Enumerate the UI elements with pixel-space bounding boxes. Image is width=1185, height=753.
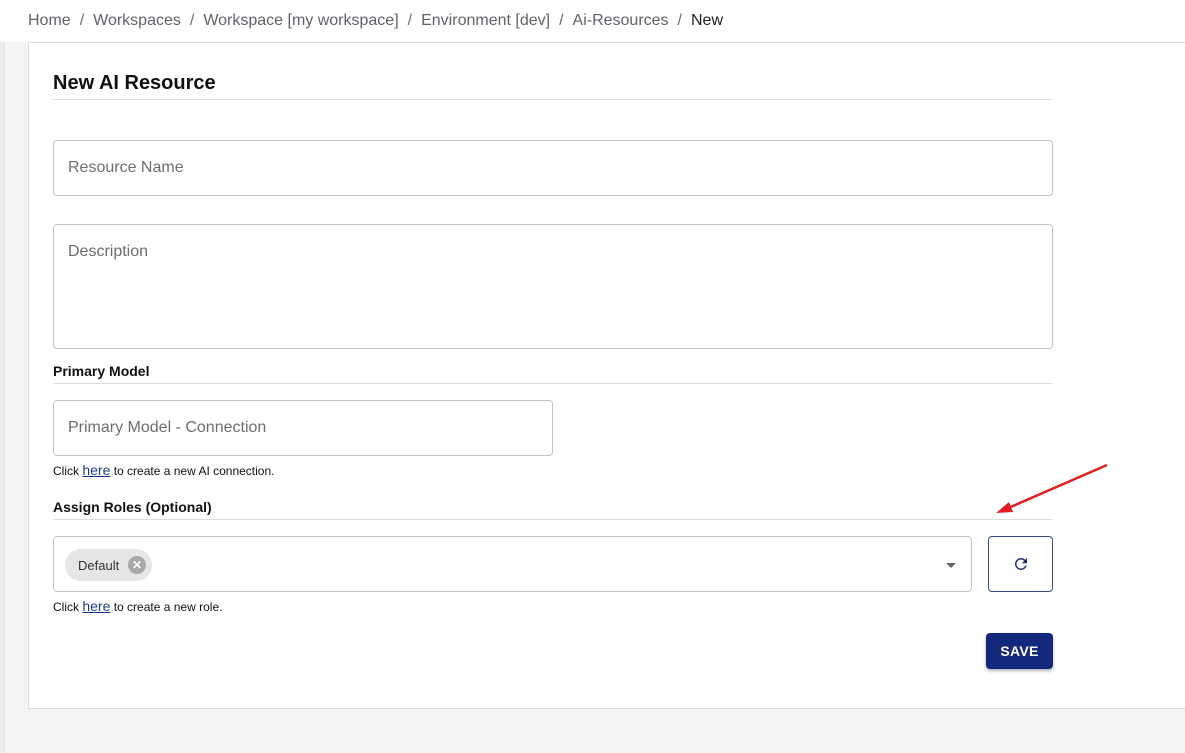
- annotation-arrow-icon: [996, 463, 1108, 513]
- breadcrumb: Home / Workspaces / Workspace [my workspace]…: [28, 12, 723, 30]
- caret-down-icon[interactable]: [946, 563, 956, 568]
- breadcrumb-current: New: [691, 12, 724, 29]
- breadcrumb-separator: /: [189, 12, 195, 29]
- close-circle-icon[interactable]: ✕: [128, 556, 146, 574]
- create-role-link[interactable]: here: [82, 598, 110, 614]
- assign-roles-label: Assign Roles (Optional): [53, 499, 212, 515]
- breadcrumb-separator: /: [559, 12, 564, 29]
- connection-helper-prefix: Click: [53, 464, 79, 478]
- primary-model-label: Primary Model: [53, 363, 150, 379]
- role-chip-default: Default ✕: [65, 549, 152, 581]
- left-edge: [0, 0, 5, 753]
- breadcrumb-workspaces[interactable]: Workspaces: [93, 12, 181, 29]
- primary-model-connection-input[interactable]: [53, 400, 553, 456]
- create-connection-link[interactable]: here: [82, 462, 110, 478]
- description-textarea[interactable]: [53, 224, 1053, 349]
- roles-select[interactable]: Default ✕: [53, 536, 972, 592]
- breadcrumb-separator: /: [407, 12, 413, 29]
- role-chip-label: Default: [78, 557, 120, 573]
- primary-model-divider: [53, 383, 1053, 384]
- roles-helper-prefix: Click: [53, 600, 79, 614]
- breadcrumb-workspace[interactable]: Workspace [my workspace]: [203, 12, 398, 29]
- title-divider: [53, 99, 1053, 100]
- connection-helper-suffix: to create a new AI connection.: [113, 464, 275, 478]
- breadcrumb-home[interactable]: Home: [28, 12, 71, 29]
- breadcrumb-ai-resources[interactable]: Ai-Resources: [573, 12, 669, 29]
- breadcrumb-separator: /: [677, 12, 682, 29]
- refresh-icon: [1014, 558, 1027, 570]
- breadcrumb-separator: /: [79, 12, 85, 29]
- breadcrumb-environment[interactable]: Environment [dev]: [421, 12, 550, 29]
- save-button[interactable]: SAVE: [986, 633, 1053, 669]
- resource-name-input[interactable]: [53, 140, 1053, 196]
- roles-helper: Click here to create a new role.: [53, 598, 222, 614]
- page-title: New AI Resource: [53, 72, 216, 94]
- assign-roles-divider: [53, 519, 1053, 520]
- refresh-roles-button[interactable]: [988, 536, 1053, 592]
- connection-helper: Click here to create a new AI connection…: [53, 462, 275, 478]
- roles-helper-suffix: to create a new role.: [113, 600, 223, 614]
